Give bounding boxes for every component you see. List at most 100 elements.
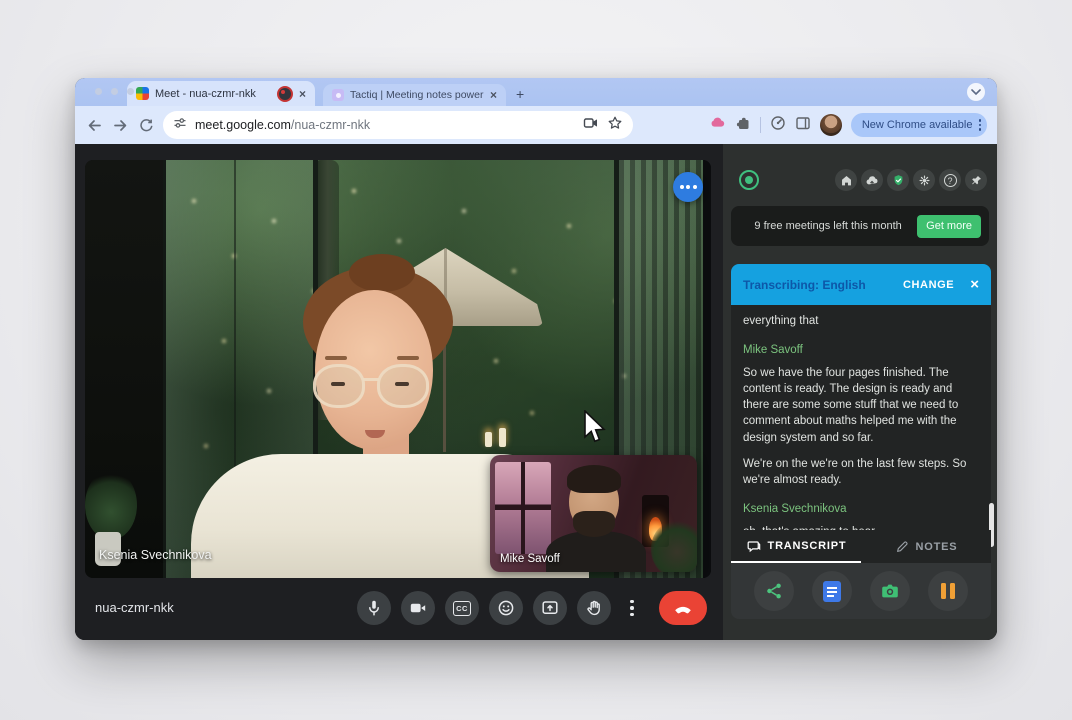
pip-participant-hair	[567, 465, 621, 493]
chrome-update-label: New Chrome available	[862, 119, 973, 131]
address-bar[interactable]: meet.google.com/nua-czmr-nkk	[163, 111, 633, 139]
tab-strip: Meet - nua-czmr-nkk × Tactiq | Meeting n…	[75, 78, 997, 106]
back-icon[interactable]	[85, 116, 103, 134]
tab-tactiq[interactable]: Tactiq | Meeting notes power ×	[323, 84, 506, 106]
participant-brow	[397, 356, 419, 360]
glasses-lens	[377, 364, 429, 408]
call-controls: CC	[357, 591, 707, 625]
reload-icon[interactable]	[137, 116, 155, 134]
close-tab-icon[interactable]: ×	[299, 88, 306, 100]
video-letterbox-left	[85, 160, 163, 578]
tactiq-logo-icon	[739, 170, 759, 190]
tab-notes[interactable]: NOTES	[861, 530, 991, 563]
chrome-update-button[interactable]: New Chrome available	[851, 113, 987, 137]
toolbar-extensions: New Chrome available	[709, 113, 987, 137]
tactiq-sidebar: ? 9 free meetings left this month Get mo…	[723, 144, 997, 640]
gear-icon[interactable]	[913, 169, 935, 191]
extensions-puzzle-icon[interactable]	[735, 115, 751, 136]
window-controls[interactable]	[95, 88, 134, 95]
tab-notes-label: NOTES	[916, 541, 958, 553]
close-tab-icon[interactable]: ×	[490, 89, 497, 101]
tab-meet[interactable]: Meet - nua-czmr-nkk ×	[127, 81, 315, 106]
tab-transcript-label: TRANSCRIPT	[768, 540, 847, 552]
pip-participant-beard	[573, 511, 615, 537]
captions-icon: CC	[453, 601, 472, 616]
transcript-panel[interactable]: everything that Mike Savoff So we have t…	[731, 305, 991, 530]
pip-participant-shoulders	[546, 531, 646, 572]
transcript-paragraph: So we have the four pages finished. The …	[743, 365, 979, 445]
browser-window: Meet - nua-czmr-nkk × Tactiq | Meeting n…	[75, 78, 997, 640]
pause-button[interactable]	[928, 571, 968, 611]
participant-eye	[395, 382, 409, 386]
transcript-speaker: Mike Savoff	[743, 342, 979, 358]
side-panel-icon[interactable]	[795, 115, 811, 136]
tab-title: Meet - nua-czmr-nkk	[155, 88, 271, 100]
shield-check-icon[interactable]	[887, 169, 909, 191]
meet-control-bar: nua-czmr-nkk CC	[75, 578, 723, 640]
tab-search-chevron-icon[interactable]	[967, 83, 985, 101]
transcribing-banner: Transcribing: English CHANGE ×	[731, 264, 991, 305]
site-settings-icon[interactable]	[173, 116, 187, 135]
pip-plant-decoration	[651, 520, 697, 572]
participant-hair-bun	[349, 254, 415, 292]
screenshot-button[interactable]	[870, 571, 910, 611]
bookmark-star-icon[interactable]	[607, 115, 623, 136]
change-language-button[interactable]: CHANGE	[903, 279, 954, 291]
toolbar-divider	[760, 117, 761, 133]
tactiq-header-icons: ?	[835, 169, 987, 191]
transcript-paragraph: We're on the we're on the last few steps…	[743, 456, 979, 488]
share-button[interactable]	[754, 571, 794, 611]
close-banner-icon[interactable]: ×	[970, 276, 979, 293]
pip-video-tile[interactable]: Mike Savoff	[490, 455, 697, 572]
pause-icon	[941, 583, 955, 599]
mouse-cursor	[583, 410, 609, 451]
tactiq-favicon-icon	[332, 89, 344, 101]
more-options-button[interactable]	[621, 591, 643, 625]
camera-button[interactable]	[401, 591, 435, 625]
profile-avatar[interactable]	[820, 114, 842, 136]
browser-menu-icon[interactable]	[979, 119, 982, 131]
free-meetings-text: 9 free meetings left this month	[739, 219, 917, 234]
present-button[interactable]	[533, 591, 567, 625]
help-icon[interactable]: ?	[939, 169, 961, 191]
mic-button[interactable]	[357, 591, 391, 625]
recording-indicator-icon	[277, 86, 293, 102]
cloud-upload-icon[interactable]	[861, 169, 883, 191]
reactions-button[interactable]	[489, 591, 523, 625]
performance-icon[interactable]	[770, 115, 786, 136]
main-video-tile[interactable]: Ksenia Svechnikova Mike Savoff	[85, 160, 711, 578]
open-docs-button[interactable]	[812, 571, 852, 611]
video-letterbox-right	[703, 160, 711, 578]
transcribing-label: Transcribing: English	[743, 278, 895, 292]
get-more-button[interactable]: Get more	[917, 215, 981, 238]
browser-toolbar: meet.google.com/nua-czmr-nkk	[75, 106, 997, 144]
meet-favicon-icon	[136, 87, 149, 100]
google-docs-icon	[823, 581, 841, 602]
tactiq-action-bar	[731, 563, 991, 619]
participant-name-label: Ksenia Svechnikova	[99, 548, 212, 562]
tactiq-header: ?	[739, 168, 987, 192]
tab-transcript[interactable]: TRANSCRIPT	[731, 530, 861, 563]
video-stage: Ksenia Svechnikova Mike Savoff nua-czmr-…	[75, 144, 723, 640]
pin-icon[interactable]	[965, 169, 987, 191]
participant-eye	[331, 382, 345, 386]
raise-hand-button[interactable]	[577, 591, 611, 625]
camera-permission-icon[interactable]	[583, 116, 599, 135]
glasses-bridge	[363, 378, 379, 381]
url-text[interactable]: meet.google.com/nua-czmr-nkk	[195, 118, 575, 132]
forward-icon[interactable]	[111, 116, 129, 134]
candles	[485, 428, 506, 447]
tab-title: Tactiq | Meeting notes power	[350, 89, 484, 101]
transcript-speaker: Ksenia Svechnikova	[743, 501, 979, 517]
end-call-button[interactable]	[659, 591, 707, 625]
help-glyph: ?	[944, 174, 957, 187]
glasses-lens	[313, 364, 365, 408]
chat-bubble-overlay-icon[interactable]	[673, 172, 703, 202]
meet-extension-icon[interactable]	[709, 115, 726, 135]
captions-button[interactable]: CC	[445, 591, 479, 625]
meet-page: Ksenia Svechnikova Mike Savoff nua-czmr-…	[75, 144, 997, 640]
new-tab-button[interactable]: +	[516, 86, 524, 102]
plant-decoration	[85, 470, 137, 540]
pip-window-decoration	[495, 462, 551, 554]
home-icon[interactable]	[835, 169, 857, 191]
